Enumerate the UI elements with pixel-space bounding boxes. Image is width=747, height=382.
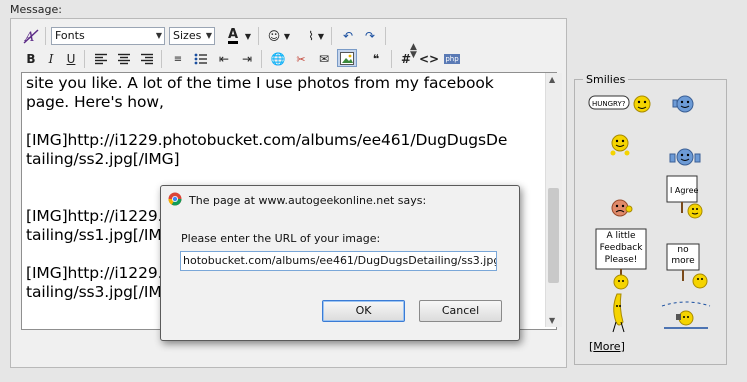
- chrome-icon: [168, 192, 182, 206]
- message-label: Message:: [10, 3, 62, 16]
- indent-icon[interactable]: ⇥: [237, 50, 257, 68]
- underline-icon[interactable]: U: [61, 50, 81, 68]
- no-more-smiley[interactable]: no more: [666, 241, 714, 294]
- svg-text:I Agree: I Agree: [670, 186, 698, 195]
- text-color-icon: A: [227, 27, 239, 44]
- chevron-down-icon[interactable]: ▼: [243, 27, 253, 45]
- image-url-input[interactable]: hotobucket.com/albums/ee461/DugDugsDetai…: [180, 251, 497, 271]
- toolbar-separator: [45, 27, 46, 45]
- dialog-title: The page at www.autogeekonline.net says:: [189, 194, 427, 207]
- resize-editor-icon[interactable]: ▲ ▼: [410, 43, 417, 60]
- toolbar-separator: [84, 50, 85, 68]
- text-color-button[interactable]: A: [223, 27, 243, 45]
- bullet-list-icon[interactable]: [191, 50, 211, 68]
- editor-line: tailing/ss1.jpg[/IMG]: [26, 226, 180, 244]
- flying-smiley[interactable]: [660, 300, 712, 337]
- numbered-list-icon[interactable]: ≡: [168, 50, 188, 68]
- chevron-down-icon: ▼: [155, 31, 162, 40]
- editor-line: page. Here's how,: [26, 93, 164, 111]
- more-bracket-right: ]: [620, 340, 625, 353]
- php-button[interactable]: php: [442, 50, 462, 68]
- scroll-up-icon[interactable]: ▲: [549, 75, 555, 84]
- toolbar-separator: [161, 50, 162, 68]
- insert-image-button[interactable]: [337, 49, 357, 67]
- align-right-icon[interactable]: [137, 50, 157, 68]
- outdent-icon[interactable]: ⇤: [214, 50, 234, 68]
- editor-line: [IMG]http://i1229.photobucket.com/albums…: [26, 131, 508, 149]
- chevron-down-icon[interactable]: ▼: [282, 27, 292, 45]
- align-center-icon[interactable]: [114, 50, 134, 68]
- url-prompt-dialog: The page at www.autogeekonline.net says:…: [160, 185, 520, 341]
- insert-link-icon[interactable]: 🌐: [268, 50, 288, 68]
- feedback-please-smiley[interactable]: A little Feedback Please!: [595, 228, 649, 293]
- thumbs-up-smiley[interactable]: [672, 94, 698, 117]
- toolbar-separator: [331, 27, 332, 45]
- image-icon: [340, 51, 354, 65]
- toolbar-separator: [385, 27, 386, 45]
- smilies-title: Smilies: [583, 73, 629, 86]
- ok-button[interactable]: OK: [322, 300, 405, 322]
- scroll-down-icon[interactable]: ▼: [549, 316, 555, 325]
- italic-icon[interactable]: I: [41, 50, 61, 68]
- email-icon[interactable]: ✉: [314, 50, 334, 68]
- align-left-icon[interactable]: [91, 50, 111, 68]
- size-select[interactable]: Sizes ▼: [169, 27, 215, 45]
- html-button[interactable]: <>: [419, 50, 439, 68]
- quote-icon[interactable]: ❝: [366, 50, 386, 68]
- toolbar-separator: [258, 27, 259, 45]
- font-select-value: Fonts: [55, 29, 85, 42]
- waving-smiley[interactable]: [608, 133, 632, 162]
- chevron-down-icon[interactable]: ▼: [316, 27, 326, 45]
- svg-text:HUNGRY?: HUNGRY?: [592, 100, 626, 108]
- remove-format-icon[interactable]: A: [21, 27, 41, 45]
- toolbar-separator: [261, 50, 262, 68]
- editor-line: tailing/ss2.jpg[/IMG]: [26, 150, 180, 168]
- cancel-button[interactable]: Cancel: [419, 300, 502, 322]
- redo-icon[interactable]: ↷: [360, 27, 380, 45]
- html-icon: <>: [418, 52, 440, 66]
- php-icon: php: [444, 54, 460, 64]
- font-select[interactable]: Fonts ▼: [51, 27, 165, 45]
- angry-smiley[interactable]: [608, 197, 634, 222]
- editor-line: site you like. A lot of the time I use p…: [26, 74, 494, 92]
- i-agree-smiley[interactable]: I Agree: [665, 173, 705, 224]
- toolbar-separator: [391, 50, 392, 68]
- undo-icon[interactable]: ↶: [338, 27, 358, 45]
- smiley-icon[interactable]: ☺: [264, 27, 284, 45]
- size-select-value: Sizes: [173, 29, 202, 42]
- chevron-down-icon: ▼: [205, 31, 212, 40]
- applause-smiley[interactable]: [668, 146, 702, 171]
- unlink-icon[interactable]: ✂: [291, 50, 311, 68]
- more-smilies-link[interactable]: More: [593, 340, 620, 353]
- editor-scrollbar[interactable]: ▲ ▼: [545, 73, 562, 327]
- more-smilies: [More]: [589, 340, 625, 353]
- bold-icon[interactable]: B: [21, 50, 41, 68]
- dialog-prompt-label: Please enter the URL of your image:: [181, 232, 381, 245]
- editor-line: tailing/ss3.jpg[/IMG]: [26, 283, 180, 301]
- dancing-banana-icon[interactable]: [607, 292, 631, 337]
- hungry-smiley[interactable]: HUNGRY?: [588, 93, 658, 118]
- scrollbar-thumb[interactable]: [548, 188, 559, 283]
